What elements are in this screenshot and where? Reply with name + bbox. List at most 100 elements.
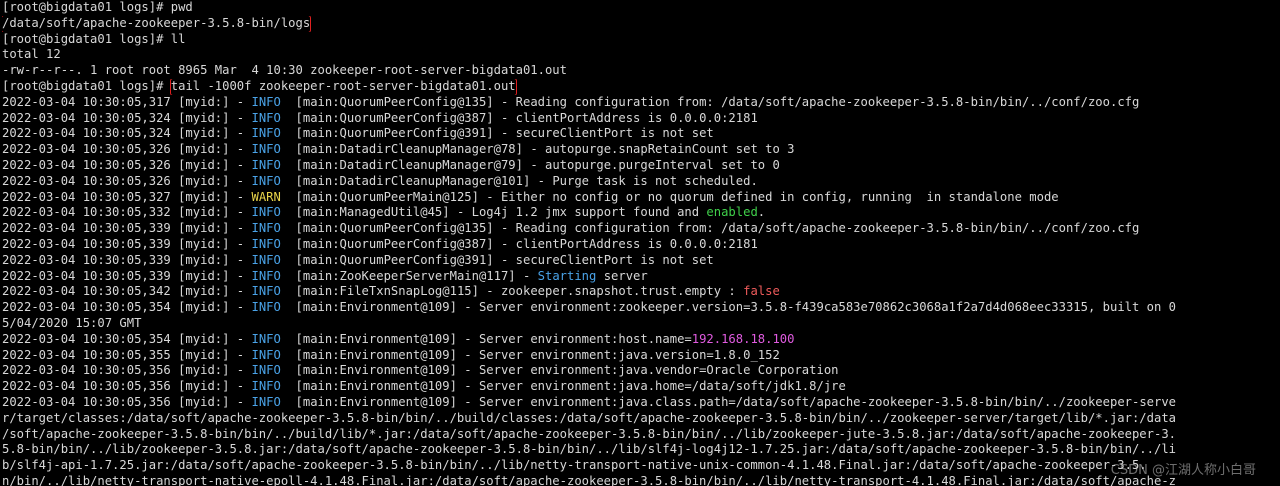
terminal-line: -rw-r--r--. 1 root root 8965 Mar 4 10:30… — [2, 63, 1280, 79]
terminal-line: 2022-03-04 10:30:05,356 [myid:] - INFO [… — [2, 363, 1280, 379]
terminal-text-segment: [main:Environment@109] - Server environm… — [280, 331, 692, 346]
terminal-line: 2022-03-04 10:30:05,339 [myid:] - INFO [… — [2, 253, 1280, 269]
terminal-text-segment: INFO — [251, 268, 281, 283]
terminal-text-segment: r/target/classes:/data/soft/apache-zooke… — [2, 410, 1176, 425]
terminal-text-segment: 2022-03-04 10:30:05,356 [myid:] - — [2, 379, 252, 394]
terminal-text-segment: Starting — [537, 268, 597, 283]
terminal-text-segment: 2022-03-04 10:30:05,326 [myid:] - — [2, 173, 252, 188]
terminal-text-segment: [main:QuorumPeerConfig@387] - clientPort… — [280, 110, 758, 125]
terminal-line: 2022-03-04 10:30:05,342 [myid:] - INFO [… — [2, 284, 1280, 300]
terminal-line: 2022-03-04 10:30:05,317 [myid:] - INFO [… — [2, 95, 1280, 111]
terminal-line: 2022-03-04 10:30:05,324 [myid:] - INFO [… — [2, 111, 1280, 127]
terminal-text-segment: 2022-03-04 10:30:05,324 [myid:] - — [2, 126, 252, 141]
terminal-text-segment: [root@bigdata01 logs]# pwd — [2, 0, 193, 14]
terminal-line: [root@bigdata01 logs]# pwd — [2, 0, 1280, 16]
terminal-line: 2022-03-04 10:30:05,327 [myid:] - WARN [… — [2, 190, 1280, 206]
terminal-text-segment: [main:FileTxnSnapLog@115] - zookeeper.sn… — [280, 284, 744, 299]
terminal-text-segment: INFO — [251, 126, 281, 141]
terminal-line: total 12 — [2, 47, 1280, 63]
terminal-line: 2022-03-04 10:30:05,324 [myid:] - INFO [… — [2, 126, 1280, 142]
terminal-text-segment: [main:QuorumPeerConfig@391] - secureClie… — [280, 126, 714, 141]
terminal-line: b/slf4j-api-1.7.25.jar:/data/soft/apache… — [2, 458, 1280, 474]
terminal-line: 2022-03-04 10:30:05,326 [myid:] - INFO [… — [2, 158, 1280, 174]
terminal-text-segment: [main:Environment@109] - Server environm… — [280, 363, 839, 378]
terminal-text-segment: [main:Environment@109] - Server environm… — [280, 394, 1177, 409]
terminal-text-segment: [main:QuorumPeerMain@125] - Either no co… — [280, 189, 1059, 204]
terminal-text-segment: INFO — [251, 221, 281, 236]
terminal-text-segment: INFO — [251, 300, 281, 315]
terminal-text-segment: [main:DatadirCleanupManager@79] - autopu… — [280, 157, 780, 172]
terminal-text-segment: enabled — [706, 205, 758, 220]
terminal-text-segment: 2022-03-04 10:30:05,356 [myid:] - — [2, 363, 252, 378]
terminal-line: 2022-03-04 10:30:05,339 [myid:] - INFO [… — [2, 269, 1280, 285]
terminal-text-segment: 2022-03-04 10:30:05,326 [myid:] - — [2, 142, 252, 157]
terminal-text-segment: total 12 — [2, 47, 61, 62]
terminal-text-segment: INFO — [251, 205, 281, 220]
terminal-text-segment: b/slf4j-api-1.7.25.jar:/data/soft/apache… — [2, 458, 1147, 473]
terminal-text-segment: 2022-03-04 10:30:05,356 [myid:] - — [2, 394, 252, 409]
terminal-text-segment: [root@bigdata01 logs]# ll — [2, 31, 186, 46]
terminal-text-segment: [main:Environment@109] - Server environm… — [280, 300, 1177, 315]
terminal-line: [root@bigdata01 logs]# tail -1000f zooke… — [2, 78, 1280, 95]
terminal-text-segment: 2022-03-04 10:30:05,342 [myid:] - — [2, 284, 252, 299]
watermark: CSDN @江湖人称小白哥 — [1110, 463, 1256, 478]
terminal-line: 2022-03-04 10:30:05,354 [myid:] - INFO [… — [2, 300, 1280, 316]
terminal-text-segment: 2022-03-04 10:30:05,317 [myid:] - — [2, 94, 252, 109]
terminal-text-segment: server — [596, 268, 648, 283]
terminal-text-segment: 2022-03-04 10:30:05,339 [myid:] - — [2, 236, 252, 251]
terminal-text-segment: 2022-03-04 10:30:05,326 [myid:] - — [2, 157, 252, 172]
terminal-line: 2022-03-04 10:30:05,355 [myid:] - INFO [… — [2, 348, 1280, 364]
terminal-text-segment: 2022-03-04 10:30:05,324 [myid:] - — [2, 110, 252, 125]
terminal-text-segment: /soft/apache-zookeeper-3.5.8-bin/bin/../… — [2, 426, 1176, 441]
terminal-line: 5/04/2020 15:07 GMT — [2, 316, 1280, 332]
terminal-text-segment: 2022-03-04 10:30:05,339 [myid:] - — [2, 252, 252, 267]
terminal-text-segment: 5/04/2020 15:07 GMT — [2, 315, 142, 330]
terminal-text-segment: [main:QuorumPeerConfig@391] - secureClie… — [280, 252, 714, 267]
terminal-line: 2022-03-04 10:30:05,326 [myid:] - INFO [… — [2, 142, 1280, 158]
terminal-text-segment: [main:QuorumPeerConfig@135] - Reading co… — [280, 221, 1140, 236]
terminal-line: r/target/classes:/data/soft/apache-zooke… — [2, 411, 1280, 427]
terminal-text-segment: INFO — [251, 173, 281, 188]
terminal-line: /soft/apache-zookeeper-3.5.8-bin/bin/../… — [2, 427, 1280, 443]
highlight-box: /data/soft/apache-zookeeper-3.5.8-bin/lo… — [2, 15, 312, 32]
terminal-line: 5.8-bin/bin/../lib/zookeeper-3.5.8.jar:/… — [2, 442, 1280, 458]
terminal-output[interactable]: [root@bigdata01 logs]# pwd/data/soft/apa… — [2, 0, 1280, 486]
terminal-text-segment: [main:ManagedUtil@45] - Log4j 1.2 jmx su… — [280, 205, 707, 220]
terminal-text-segment: 2022-03-04 10:30:05,332 [myid:] - — [2, 205, 252, 220]
terminal-text-segment: INFO — [251, 252, 281, 267]
terminal-line: 2022-03-04 10:30:05,326 [myid:] - INFO [… — [2, 174, 1280, 190]
terminal-text-segment: 2022-03-04 10:30:05,339 [myid:] - — [2, 268, 252, 283]
terminal-text-segment: INFO — [251, 236, 281, 251]
terminal-text-segment: INFO — [251, 110, 281, 125]
terminal-text-segment: INFO — [251, 142, 281, 157]
terminal-text-segment: [main:QuorumPeerConfig@387] - clientPort… — [280, 236, 758, 251]
terminal-text-segment: [main:Environment@109] - Server environm… — [280, 379, 846, 394]
terminal-text-segment: INFO — [251, 331, 281, 346]
terminal-text-segment: INFO — [251, 379, 281, 394]
terminal-text-segment: 2022-03-04 10:30:05,327 [myid:] - — [2, 189, 252, 204]
terminal-text-segment: [main:Environment@109] - Server environm… — [280, 347, 780, 362]
terminal-text-segment: -rw-r--r--. 1 root root 8965 Mar 4 10:30… — [2, 63, 567, 78]
terminal-text-segment: INFO — [251, 284, 281, 299]
terminal-text-segment: false — [743, 284, 780, 299]
terminal-text-segment: 2022-03-04 10:30:05,339 [myid:] - — [2, 221, 252, 236]
terminal-line: 2022-03-04 10:30:05,339 [myid:] - INFO [… — [2, 221, 1280, 237]
terminal-line: 2022-03-04 10:30:05,332 [myid:] - INFO [… — [2, 205, 1280, 221]
terminal-text-segment: INFO — [251, 363, 281, 378]
terminal-line: 2022-03-04 10:30:05,356 [myid:] - INFO [… — [2, 395, 1280, 411]
terminal-line: 2022-03-04 10:30:05,339 [myid:] - INFO [… — [2, 237, 1280, 253]
terminal-text-segment: 5.8-bin/bin/../lib/zookeeper-3.5.8.jar:/… — [2, 442, 1176, 457]
terminal-line: n/bin/../lib/netty-transport-native-epol… — [2, 474, 1280, 486]
terminal-text-segment: [root@bigdata01 logs]# — [2, 78, 171, 93]
terminal-text-segment: INFO — [251, 157, 281, 172]
terminal-text-segment: [main:QuorumPeerConfig@135] - Reading co… — [280, 94, 1140, 109]
terminal-text-segment: 2022-03-04 10:30:05,354 [myid:] - — [2, 300, 252, 315]
terminal-line: [root@bigdata01 logs]# ll — [2, 32, 1280, 48]
terminal-text-segment: INFO — [251, 394, 281, 409]
terminal-text-segment: [main:DatadirCleanupManager@78] - autopu… — [280, 142, 795, 157]
terminal-text-segment: [main:ZooKeeperServerMain@117] - — [280, 268, 538, 283]
terminal-text-segment: [main:DatadirCleanupManager@101] - Purge… — [280, 173, 758, 188]
terminal-text-segment: 2022-03-04 10:30:05,355 [myid:] - — [2, 347, 252, 362]
terminal-line: 2022-03-04 10:30:05,354 [myid:] - INFO [… — [2, 332, 1280, 348]
highlighted-command: tail -1000f zookeeper-root-server-bigdat… — [169, 78, 517, 95]
